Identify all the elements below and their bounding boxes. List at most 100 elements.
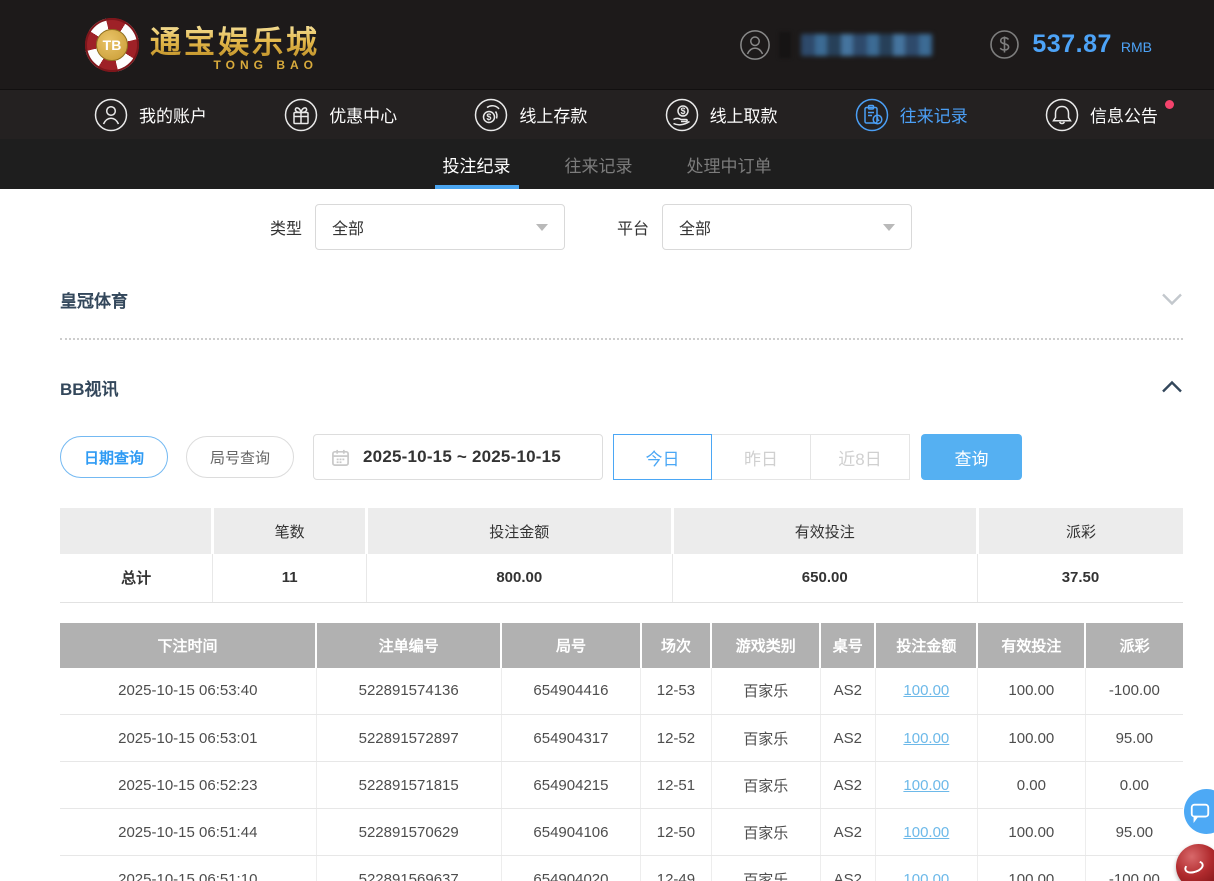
bet-id: 522891571815: [316, 762, 501, 809]
valid-bet: 100.00: [977, 809, 1085, 856]
table-row: 2025-10-15 06:52:23522891571815654904215…: [60, 762, 1183, 809]
deposit-icon: $: [474, 98, 508, 132]
table-row: 2025-10-15 06:53:40522891574136654904416…: [60, 668, 1183, 715]
quick-yesterday-button[interactable]: 昨日: [712, 434, 811, 480]
bet-id: 522891574136: [316, 668, 501, 715]
brand-logo[interactable]: TB 通宝娱乐城 TONG BAO: [85, 17, 320, 72]
tab-bet-records[interactable]: 投注纪录: [439, 139, 515, 189]
service-float-button[interactable]: [1176, 844, 1214, 881]
bets-header-session: 场次: [641, 623, 712, 668]
avatar-icon: [739, 29, 771, 61]
date-query-button[interactable]: 日期查询: [60, 436, 168, 478]
search-button[interactable]: 查询: [921, 434, 1022, 480]
game-type: 百家乐: [711, 856, 820, 881]
quick-range-group: 今日 昨日 近8日: [613, 434, 910, 480]
round-query-button[interactable]: 局号查询: [186, 436, 294, 478]
top-header: TB 通宝娱乐城 TONG BAO 537.87 RMB: [0, 0, 1214, 89]
summary-header-bet-amount: 投注金额: [367, 508, 672, 554]
tab-pending-orders[interactable]: 处理中订单: [683, 139, 776, 189]
section-title: 皇冠体育: [60, 287, 128, 312]
type-select[interactable]: 全部: [315, 204, 565, 250]
sub-nav: 投注纪录 往来记录 处理中订单: [0, 139, 1214, 189]
valid-bet: 100.00: [977, 668, 1085, 715]
session: 12-51: [641, 762, 712, 809]
bet-amount-link[interactable]: 100.00: [903, 682, 949, 699]
session: 12-50: [641, 809, 712, 856]
payout: -100.00: [1085, 668, 1183, 715]
bet-time: 2025-10-15 06:53:40: [60, 668, 316, 715]
game-type: 百家乐: [711, 715, 820, 762]
bets-header-bet-amount: 投注金额: [875, 623, 977, 668]
user-block[interactable]: [739, 29, 933, 61]
platform-select-value: 全部: [679, 215, 711, 239]
quick-today-button[interactable]: 今日: [613, 434, 712, 480]
user-icon: [94, 98, 128, 132]
main-nav: 我的账户 优惠中心 $ 线上存款 $ 线上取款 往来记录 信息公告: [0, 89, 1214, 139]
bets-header-game-type: 游戏类别: [711, 623, 820, 668]
session: 12-49: [641, 856, 712, 881]
type-select-value: 全部: [332, 215, 364, 239]
nav-item-my-account[interactable]: 我的账户: [94, 98, 207, 132]
summary-table: 笔数 投注金额 有效投注 派彩 总计 11 800.00 650.00 37.5…: [60, 508, 1183, 603]
bet-amount-link[interactable]: 100.00: [903, 824, 949, 841]
bets-table-body: 2025-10-15 06:53:40522891574136654904416…: [60, 668, 1183, 881]
query-controls: 日期查询 局号查询 2025-10-15 ~ 2025-10-15 今日 昨日 …: [60, 434, 1183, 480]
bets-table: 下注时间 注单编号 局号 场次 游戏类别 桌号 投注金额 有效投注 派彩 202…: [60, 623, 1183, 881]
bets-header-payout: 派彩: [1085, 623, 1183, 668]
gift-icon: [284, 98, 318, 132]
poker-chip-icon: TB: [85, 18, 139, 72]
date-range-input[interactable]: 2025-10-15 ~ 2025-10-15: [313, 434, 603, 480]
nav-item-transaction-records[interactable]: 往来记录: [855, 98, 968, 132]
balance-block[interactable]: 537.87 RMB: [989, 29, 1152, 60]
round-id: 654904020: [501, 856, 640, 881]
valid-bet: 100.00: [977, 715, 1085, 762]
summary-total-label: 总计: [60, 554, 213, 602]
balance-amount: 537.87: [1032, 30, 1111, 59]
game-type: 百家乐: [711, 809, 820, 856]
brand-subtitle: TONG BAO: [214, 58, 320, 72]
bets-header-bet-id: 注单编号: [316, 623, 501, 668]
section-title: BB视讯: [60, 375, 119, 400]
bet-time: 2025-10-15 06:51:10: [60, 856, 316, 881]
nav-item-deposit[interactable]: $ 线上存款: [474, 98, 587, 132]
svg-text:$: $: [487, 112, 492, 122]
section-crown-sports[interactable]: 皇冠体育: [60, 276, 1183, 322]
bet-time: 2025-10-15 06:51:44: [60, 809, 316, 856]
masked-stub: [779, 32, 791, 58]
bet-amount: 100.00: [875, 762, 977, 809]
bet-amount-link[interactable]: 100.00: [903, 730, 949, 747]
bets-header-valid-bet: 有效投注: [977, 623, 1085, 668]
bets-header-round: 局号: [501, 623, 640, 668]
nav-label: 往来记录: [900, 102, 968, 127]
brand-title: 通宝娱乐城: [150, 17, 320, 62]
table-row: 2025-10-15 06:53:01522891572897654904317…: [60, 715, 1183, 762]
chevron-down-icon: [883, 224, 895, 231]
bet-id: 522891572897: [316, 715, 501, 762]
table-no: AS2: [820, 668, 875, 715]
summary-bet-amount: 800.00: [367, 554, 672, 602]
bet-time: 2025-10-15 06:52:23: [60, 762, 316, 809]
bet-amount-link[interactable]: 100.00: [903, 871, 949, 881]
table-row: 2025-10-15 06:51:44522891570629654904106…: [60, 809, 1183, 856]
session: 12-53: [641, 668, 712, 715]
nav-item-announcements[interactable]: 信息公告: [1045, 98, 1158, 132]
section-bb-live[interactable]: BB视讯: [60, 364, 1183, 410]
svg-text:$: $: [680, 106, 685, 116]
quick-last8days-button[interactable]: 近8日: [811, 434, 910, 480]
table-no: AS2: [820, 856, 875, 881]
main-content: 类型 全部 平台 全部 皇冠体育 BB视讯 日期查询 局号查询 2025: [0, 202, 1214, 881]
nav-item-promotions[interactable]: 优惠中心: [284, 98, 397, 132]
bet-time: 2025-10-15 06:53:01: [60, 715, 316, 762]
summary-header-count: 笔数: [213, 508, 367, 554]
summary-payout: 37.50: [977, 554, 1183, 602]
tab-transaction-records[interactable]: 往来记录: [561, 139, 637, 189]
calendar-icon: [331, 448, 350, 467]
bet-amount-link[interactable]: 100.00: [903, 777, 949, 794]
nav-label: 我的账户: [139, 102, 207, 127]
round-id: 654904106: [501, 809, 640, 856]
round-id: 654904317: [501, 715, 640, 762]
username-masked: [801, 34, 933, 56]
platform-select[interactable]: 全部: [662, 204, 912, 250]
nav-item-withdraw[interactable]: $ 线上取款: [665, 98, 778, 132]
summary-count: 11: [213, 554, 367, 602]
